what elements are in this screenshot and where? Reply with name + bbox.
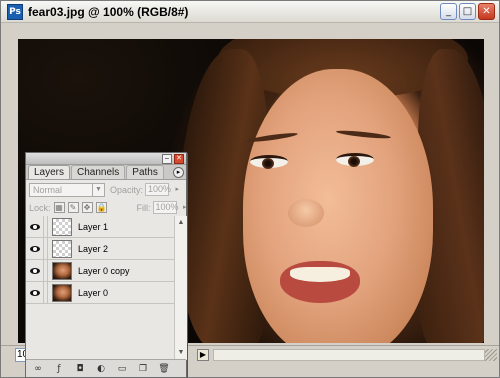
minimize-button[interactable]: _ bbox=[440, 3, 457, 20]
layer-name: Layer 0 bbox=[78, 287, 109, 298]
palette-minimize-button[interactable]: – bbox=[162, 154, 172, 164]
lock-position-icon[interactable]: ✥ bbox=[81, 202, 93, 213]
tab-paths[interactable]: Paths bbox=[126, 165, 164, 179]
blend-row: Normal ▼ Opacity: 100% ▸ bbox=[26, 180, 186, 199]
layer-name: Layer 2 bbox=[78, 243, 109, 254]
tab-layers[interactable]: Layers bbox=[28, 165, 71, 179]
link-cell[interactable] bbox=[44, 237, 48, 260]
visibility-toggle[interactable] bbox=[26, 237, 44, 260]
lock-row: Lock: ▦ ✎ ✥ 🔒 Fill: 100% ▸ bbox=[26, 199, 187, 217]
opacity-arrow-icon[interactable]: ▸ bbox=[176, 184, 180, 195]
layers-list: Layer 1 Layer 2 Layer 0 copy Layer 0 bbox=[26, 215, 174, 360]
tab-channels[interactable]: Channels bbox=[71, 165, 126, 179]
status-menu-arrow-icon[interactable]: ▶ bbox=[197, 349, 209, 361]
layer-thumbnail bbox=[52, 239, 72, 258]
scroll-down-icon[interactable]: ▼ bbox=[176, 348, 186, 358]
layer-name: Layer 0 copy bbox=[78, 265, 130, 276]
photo-left-eye bbox=[250, 155, 288, 169]
new-layer-icon[interactable]: ❐ bbox=[137, 363, 149, 375]
photo-right-eye bbox=[336, 153, 374, 167]
layer-thumbnail bbox=[52, 283, 72, 302]
lock-transparency-icon[interactable]: ▦ bbox=[53, 202, 65, 213]
eye-icon bbox=[29, 223, 40, 230]
layer-row[interactable]: Layer 0 copy bbox=[26, 259, 174, 282]
layer-row[interactable]: Layer 1 bbox=[26, 215, 174, 238]
palette-titlebar[interactable]: – ✕ bbox=[26, 153, 186, 165]
new-group-icon[interactable]: ▭ bbox=[116, 363, 128, 375]
layers-vertical-scrollbar[interactable]: ▲ ▼ bbox=[174, 216, 187, 360]
blend-mode-select[interactable]: Normal ▼ bbox=[29, 182, 105, 197]
window-controls: _ □ ✕ bbox=[440, 3, 495, 20]
chevron-down-icon: ▼ bbox=[92, 183, 104, 196]
document-titlebar[interactable]: Ps fear03.jpg @ 100% (RGB/8#) _ □ ✕ bbox=[1, 1, 499, 23]
visibility-toggle[interactable] bbox=[26, 259, 44, 282]
visibility-toggle[interactable] bbox=[26, 281, 44, 304]
maximize-button[interactable]: □ bbox=[459, 3, 476, 20]
link-layers-icon[interactable]: ∞ bbox=[32, 363, 44, 375]
opacity-label: Opacity: bbox=[110, 184, 144, 195]
photo-nose bbox=[288, 199, 324, 227]
palette-tabs: Layers Channels Paths ▸ bbox=[26, 165, 186, 180]
link-cell[interactable] bbox=[44, 281, 48, 304]
document-title: fear03.jpg @ 100% (RGB/8#) bbox=[28, 4, 189, 19]
layer-mask-icon[interactable]: ◘ bbox=[74, 363, 86, 375]
fill-arrow-icon[interactable]: ▸ bbox=[183, 202, 187, 213]
photo-teeth bbox=[290, 267, 350, 282]
lock-image-icon[interactable]: ✎ bbox=[67, 202, 79, 213]
opacity-value: 100% bbox=[148, 184, 172, 194]
opacity-field[interactable]: 100% ▸ bbox=[145, 183, 179, 196]
link-cell[interactable] bbox=[44, 215, 48, 238]
palette-menu-icon[interactable]: ▸ bbox=[173, 167, 184, 178]
lock-all-icon[interactable]: 🔒 bbox=[95, 202, 107, 213]
palette-bottom-toolbar: ∞ ƒ ◘ ◐ ▭ ❐ 🗑 bbox=[26, 359, 186, 377]
layer-row[interactable]: Layer 0 bbox=[26, 281, 174, 304]
layers-palette: – ✕ Layers Channels Paths ▸ Normal ▼ Opa… bbox=[25, 152, 187, 378]
layer-name: Layer 1 bbox=[78, 221, 109, 232]
resize-grip-icon[interactable] bbox=[485, 349, 497, 361]
fill-field[interactable]: 100% ▸ bbox=[152, 201, 187, 214]
close-button[interactable]: ✕ bbox=[478, 3, 495, 20]
fill-label: Fill: bbox=[136, 202, 151, 213]
layer-thumbnail bbox=[52, 261, 72, 280]
horizontal-scrollbar[interactable] bbox=[213, 349, 485, 361]
blend-mode-value: Normal bbox=[33, 184, 63, 195]
fill-value: 100% bbox=[155, 202, 179, 212]
delete-layer-icon[interactable]: 🗑 bbox=[158, 363, 170, 375]
layer-style-icon[interactable]: ƒ bbox=[53, 363, 65, 375]
scroll-up-icon[interactable]: ▲ bbox=[176, 218, 186, 228]
photoshop-app-icon: Ps bbox=[7, 3, 23, 20]
eye-icon bbox=[29, 245, 40, 252]
layer-row[interactable]: Layer 2 bbox=[26, 237, 174, 260]
palette-close-button[interactable]: ✕ bbox=[174, 154, 184, 164]
photo-face bbox=[243, 69, 433, 343]
link-cell[interactable] bbox=[44, 259, 48, 282]
eye-icon bbox=[29, 289, 40, 296]
eye-icon bbox=[29, 267, 40, 274]
visibility-toggle[interactable] bbox=[26, 215, 44, 238]
lock-label: Lock: bbox=[29, 202, 51, 213]
adjustment-layer-icon[interactable]: ◐ bbox=[95, 363, 107, 375]
layer-thumbnail bbox=[52, 217, 72, 236]
